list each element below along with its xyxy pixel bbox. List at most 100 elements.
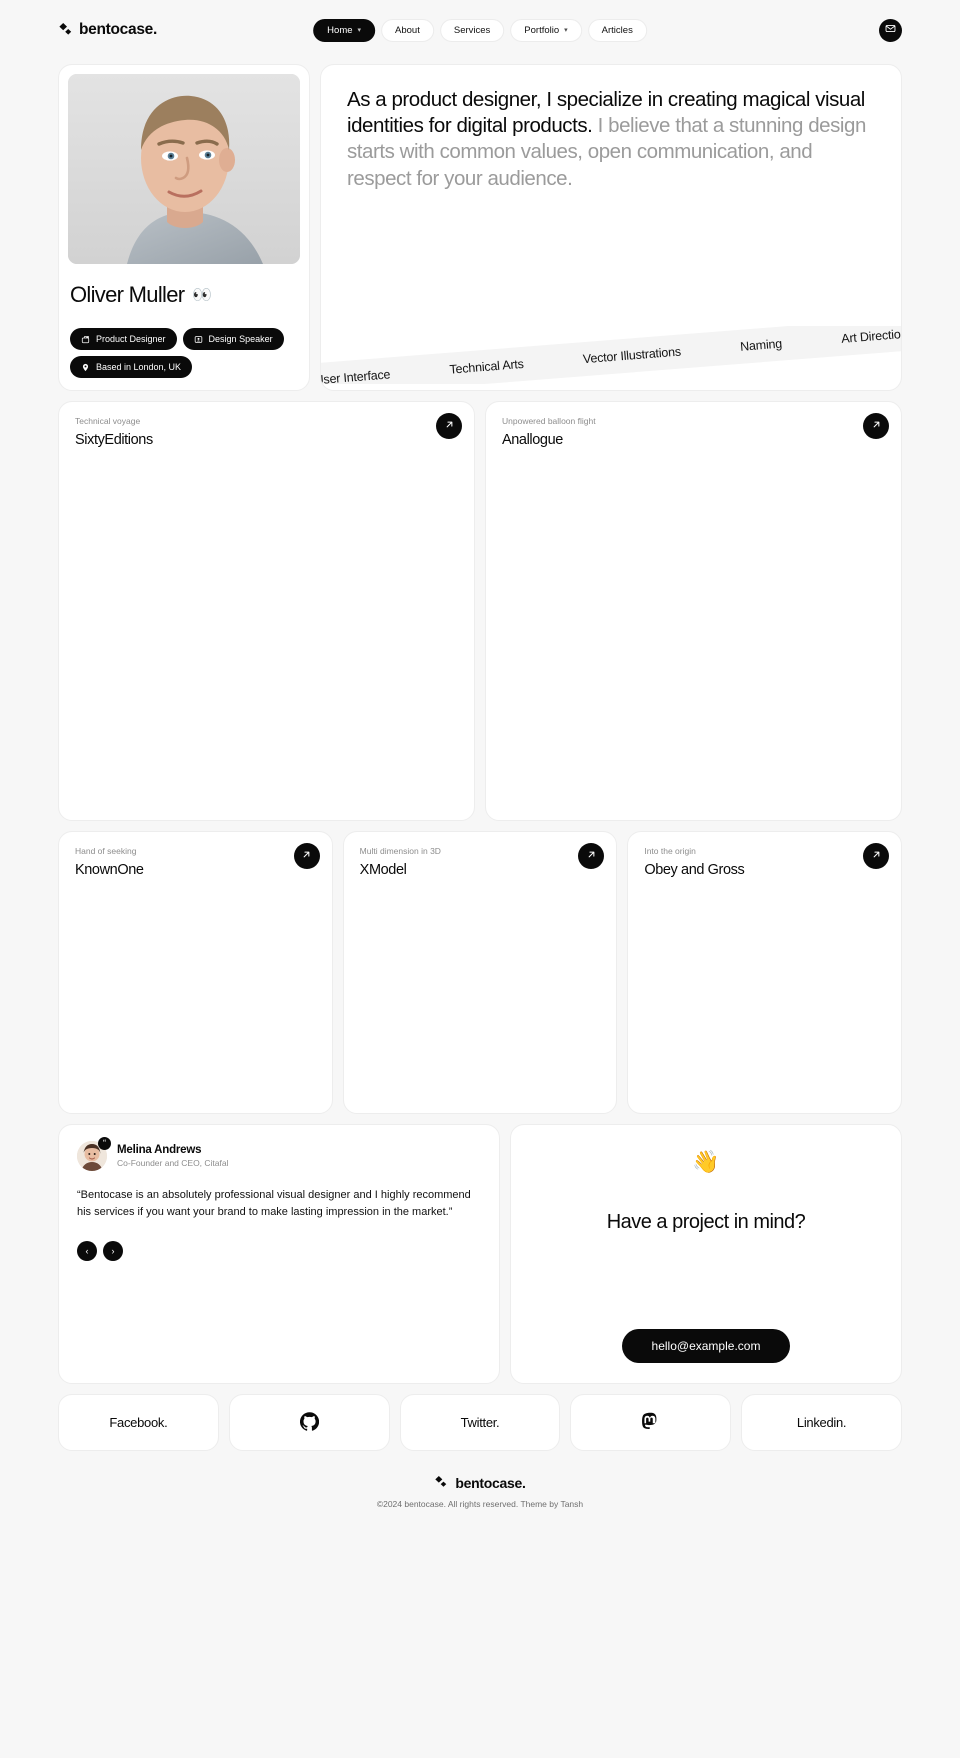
skill-tag: Art Direction: [840, 326, 902, 346]
testimonial-name: Melina Andrews: [117, 1144, 202, 1156]
footer-logo[interactable]: bentocase.: [434, 1475, 526, 1491]
logo[interactable]: bentocase.: [58, 21, 157, 39]
chevron-down-icon: ▾: [357, 26, 362, 34]
hero-row: Oliver Muller 👀 Product Designer Design …: [58, 64, 902, 391]
nav-label: About: [395, 24, 420, 36]
quote-mark-badge: “: [98, 1137, 111, 1150]
logo-text: bentocase.: [79, 21, 157, 38]
skills-marquee-track: User Interface Technical Arts Vector Ill…: [320, 326, 902, 384]
nav-label: Services: [453, 24, 491, 36]
project-open-button[interactable]: [863, 843, 890, 869]
project-open-button[interactable]: [436, 413, 462, 439]
testimonial-role: Co-Founder and CEO, Citafal: [117, 1158, 229, 1168]
project-open-button[interactable]: [578, 843, 605, 869]
projects-row-small: Hand of seeking KnownOne Multi dimension…: [58, 831, 903, 1114]
project-title: Obey and Gross: [644, 862, 745, 878]
profile-badges: Product Designer Design Speaker Based in…: [70, 328, 300, 378]
profile-card: Oliver Muller 👀 Product Designer Design …: [58, 64, 310, 391]
nav-item-services[interactable]: Services: [439, 18, 505, 42]
project-title: KnownOne: [75, 862, 144, 878]
projects-row-large: Technical voyage SixtyEditions Unpowered…: [58, 401, 902, 821]
profile-name: Oliver Muller 👀: [70, 282, 300, 308]
briefcase-icon: [81, 335, 90, 344]
project-title: XModel: [359, 862, 407, 878]
mail-button[interactable]: [879, 18, 902, 42]
nav-item-articles[interactable]: Articles: [587, 18, 647, 42]
social-label: Twitter.: [460, 1415, 500, 1430]
nav-item-portfolio[interactable]: Portfolio ▾: [510, 18, 582, 42]
nav-label: Home: [327, 24, 353, 36]
skills-marquee: User Interface Technical Arts Vector Ill…: [320, 326, 902, 384]
testimonial-next-button[interactable]: ›: [103, 1241, 123, 1262]
wave-emoji-icon: 👋: [692, 1149, 720, 1174]
skill-tag: Technical Arts: [448, 356, 525, 377]
badge-product-designer[interactable]: Product Designer: [70, 328, 177, 350]
badge-location[interactable]: Based in London, UK: [70, 356, 193, 378]
arrow-up-right-icon: [301, 847, 312, 865]
social-row: Facebook. Twitter. Linkedin.: [58, 1394, 902, 1451]
intro-card: As a product designer, I specialize in c…: [320, 64, 902, 391]
page-root: bentocase. Home ▾ About Services Portfol…: [0, 0, 960, 1758]
project-title: SixtyEditions: [75, 432, 153, 448]
email-button[interactable]: hello@example.com: [621, 1329, 791, 1363]
testimonial-carousel-controls: ‹ ›: [77, 1241, 481, 1262]
testimonial-card: “ Melina Andrews Co-Founder and CEO, Cit…: [58, 1124, 500, 1384]
skill-tag: Vector Illustrations: [582, 344, 682, 367]
project-open-button[interactable]: [863, 413, 889, 439]
location-pin-icon: [81, 363, 90, 372]
project-title: Anallogue: [502, 432, 563, 448]
project-open-button[interactable]: [293, 843, 320, 869]
testimonial-identity: Melina Andrews Co-Founder and CEO, Citaf…: [117, 1144, 229, 1168]
mastodon-icon: [641, 1412, 660, 1434]
arrow-up-right-icon: [586, 847, 597, 865]
sparkle-diamond-icon: [58, 23, 72, 37]
nav-item-about[interactable]: About: [381, 18, 434, 42]
portrait-illustration: [68, 74, 300, 264]
project-kicker: Multi dimension in 3D: [359, 846, 441, 856]
presenter-icon: [194, 335, 203, 344]
social-link-github[interactable]: [228, 1394, 390, 1451]
project-card-sixtyeditions[interactable]: Technical voyage SixtyEditions: [58, 401, 475, 821]
portrait-photo: [68, 74, 300, 264]
profile-name-text: Oliver Muller: [70, 282, 185, 307]
project-card-anallogue[interactable]: Unpowered balloon flight Anallogue: [485, 401, 902, 821]
nav-label: Portfolio: [524, 24, 560, 36]
skill-tag: Naming: [739, 336, 783, 354]
social-label: Facebook.: [109, 1415, 168, 1430]
project-kicker: Technical voyage: [75, 416, 141, 426]
social-link-linkedin[interactable]: Linkedin.: [741, 1394, 902, 1451]
project-card-knownone[interactable]: Hand of seeking KnownOne: [58, 831, 333, 1114]
nav-item-home[interactable]: Home ▾: [313, 18, 376, 42]
chevron-down-icon: ▾: [564, 26, 568, 34]
footer-logo-text: bentocase.: [455, 1475, 526, 1491]
main-nav: Home ▾ About Services Portfolio ▾ Articl…: [313, 18, 647, 42]
badge-design-speaker[interactable]: Design Speaker: [182, 328, 284, 350]
project-kicker: Hand of seeking: [75, 846, 137, 856]
project-kicker: Unpowered balloon flight: [502, 416, 596, 426]
eyes-emoji-icon: 👀: [192, 287, 212, 304]
badge-label: Design Speaker: [208, 334, 273, 344]
testimonial-quote: “Bentocase is an absolutely professional…: [77, 1189, 471, 1219]
contact-card: 👋 Have a project in mind? hello@example.…: [510, 1124, 902, 1384]
bento-grid: Oliver Muller 👀 Product Designer Design …: [0, 60, 960, 1451]
arrow-up-right-icon: [871, 417, 882, 435]
project-card-obey-and-gross[interactable]: Into the origin Obey and Gross: [627, 831, 903, 1114]
project-card-xmodel[interactable]: Multi dimension in 3D XModel: [342, 831, 618, 1114]
copyright-text: ©2024 bentocase. All rights reserved. Th…: [376, 1499, 584, 1509]
github-icon: [299, 1411, 319, 1434]
arrow-up-right-icon: [871, 847, 882, 865]
avatar: “: [77, 1137, 111, 1171]
arrow-up-right-icon: [444, 417, 455, 435]
nav-label: Articles: [601, 24, 633, 36]
testimonial-prev-button[interactable]: ‹: [77, 1241, 97, 1262]
contact-title: Have a project in mind?: [606, 1211, 806, 1233]
social-label: Linkedin.: [796, 1415, 847, 1430]
skill-tag: User Interface: [320, 367, 391, 384]
mail-icon: [885, 21, 896, 39]
social-link-mastodon[interactable]: [570, 1394, 732, 1451]
badge-label: Based in London, UK: [96, 362, 182, 372]
social-link-twitter[interactable]: Twitter.: [399, 1394, 561, 1451]
badge-label: Product Designer: [96, 334, 166, 344]
intro-text: As a product designer, I specialize in c…: [347, 87, 875, 192]
social-link-facebook[interactable]: Facebook.: [58, 1394, 219, 1451]
